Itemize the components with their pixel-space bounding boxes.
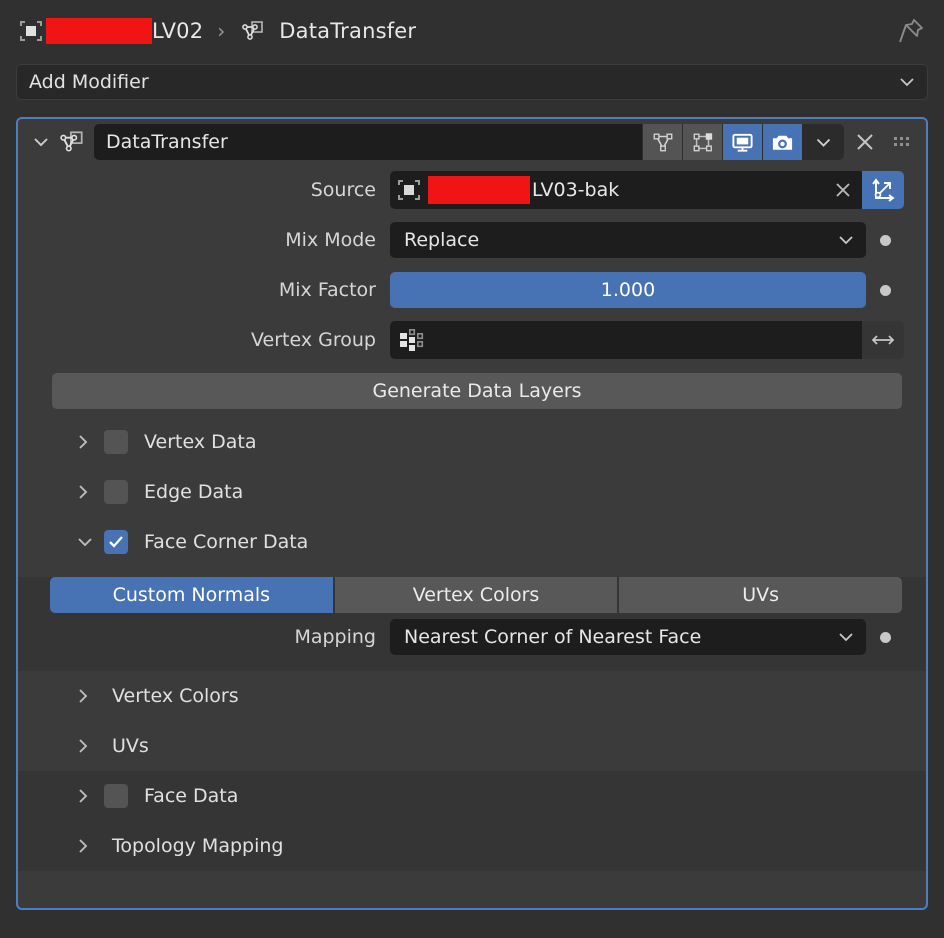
mix-factor-decorator[interactable] [866,284,904,296]
object-icon [16,16,46,46]
mix-mode-label: Mix Mode [285,229,376,251]
breadcrumb: LV02 › DataTransfer [0,0,944,62]
arrows-left-right-icon[interactable] [862,321,904,359]
mix-factor-label: Mix Factor [278,279,376,301]
mapping-label: Mapping [294,626,376,648]
section-face-data-checkbox[interactable] [104,784,128,808]
section-face-corner-data-checkbox[interactable] [104,530,128,554]
tab-uvs[interactable]: UVs [619,577,903,613]
section-edge-data-checkbox[interactable] [104,480,128,504]
face-corner-data-tabs: Custom Normals Vertex Colors UVs [50,577,903,613]
section-vertex-data-label: Vertex Data [144,431,257,453]
mapping-row: Mapping Nearest Corner of Nearest Face [18,613,926,661]
section-face-data-label: Face Data [144,785,239,807]
chevron-down-icon [838,235,854,245]
chevron-right-icon [76,482,98,502]
mapping-value: Nearest Corner of Nearest Face [404,626,702,648]
pin-icon[interactable] [892,12,930,50]
vertex-group-row: Vertex Group [18,315,926,365]
mapping-dropdown[interactable]: Nearest Corner of Nearest Face [390,619,866,655]
object-transform-icon[interactable] [862,171,904,209]
tab-custom-normals[interactable]: Custom Normals [50,577,333,613]
modifier-expand-chevron[interactable] [26,127,56,157]
modifier-close-icon[interactable] [844,124,886,160]
tab-vertex-colors[interactable]: Vertex Colors [334,577,618,613]
mix-mode-row: Mix Mode Replace [18,215,926,265]
data-transfer-icon [56,127,88,157]
mix-factor-row: Mix Factor 1.000 [18,265,926,315]
source-color-block [428,176,530,204]
object-icon [390,171,428,209]
show-in-render-toggle[interactable] [762,124,802,160]
chevron-right-icon [76,836,98,856]
on-cage-toggle[interactable] [682,124,722,160]
section-face-data[interactable]: Face Data [18,771,926,821]
chevron-down-icon [899,77,915,87]
object-color-block [46,18,152,44]
section-uvs[interactable]: UVs [18,721,926,771]
chevron-down-icon [76,535,98,549]
modifier-name-value: DataTransfer [106,131,228,153]
source-label: Source [310,179,376,201]
chevron-down-icon [838,632,854,642]
section-vertex-data-checkbox[interactable] [104,430,128,454]
add-modifier-label: Add Modifier [29,71,149,93]
mix-mode-value: Replace [404,229,480,251]
section-face-corner-data[interactable]: Face Corner Data [18,517,926,567]
breadcrumb-separator: › [217,19,226,43]
source-object-field[interactable]: LV03-bak [390,171,862,209]
section-vertex-colors[interactable]: Vertex Colors [18,671,926,721]
modifier-panel: DataTransfer Source LV03-bak Mix Mode Re… [16,117,928,910]
section-uvs-label: UVs [112,735,149,757]
modifier-extras-dropdown[interactable] [802,124,844,160]
vertex-group-input[interactable] [390,321,862,359]
modifier-header: DataTransfer [18,119,926,165]
drag-grip-icon[interactable] [886,124,920,160]
modifier-name-input[interactable]: DataTransfer [94,124,642,160]
source-row: Source LV03-bak [18,165,926,215]
breadcrumb-modifier-name[interactable]: DataTransfer [279,19,416,43]
modifier-visibility-toggles [642,124,802,160]
vertex-group-icon [398,328,424,352]
generate-data-layers-button[interactable]: Generate Data Layers [52,373,902,409]
face-corner-data-content: Custom Normals Vertex Colors UVs Mapping… [18,577,926,671]
mix-mode-dropdown[interactable]: Replace [390,222,866,258]
section-topology-mapping[interactable]: Topology Mapping [18,821,926,871]
section-edge-data[interactable]: Edge Data [18,467,926,517]
vertex-group-label: Vertex Group [251,329,376,351]
breadcrumb-object-name[interactable]: LV02 [152,19,203,43]
section-vertex-colors-label: Vertex Colors [112,685,239,707]
add-modifier-button[interactable]: Add Modifier [16,64,928,100]
chevron-right-icon [76,432,98,452]
section-face-corner-data-label: Face Corner Data [144,531,309,553]
chevron-right-icon [76,736,98,756]
data-transfer-icon [239,17,267,45]
mix-factor-slider[interactable]: 1.000 [390,272,866,308]
show-in-viewport-toggle[interactable] [722,124,762,160]
mix-mode-decorator[interactable] [866,234,904,246]
generate-data-layers-label: Generate Data Layers [372,380,582,402]
section-topology-mapping-label: Topology Mapping [112,835,284,857]
mapping-decorator[interactable] [866,631,904,643]
chevron-right-icon [76,786,98,806]
source-clear-icon[interactable] [824,180,862,200]
section-edge-data-label: Edge Data [144,481,244,503]
chevron-right-icon [76,686,98,706]
source-object-name: LV03-bak [532,179,620,201]
section-vertex-data[interactable]: Vertex Data [18,417,926,467]
mix-factor-value: 1.000 [600,279,656,301]
show-in-edit-mode-toggle[interactable] [642,124,682,160]
